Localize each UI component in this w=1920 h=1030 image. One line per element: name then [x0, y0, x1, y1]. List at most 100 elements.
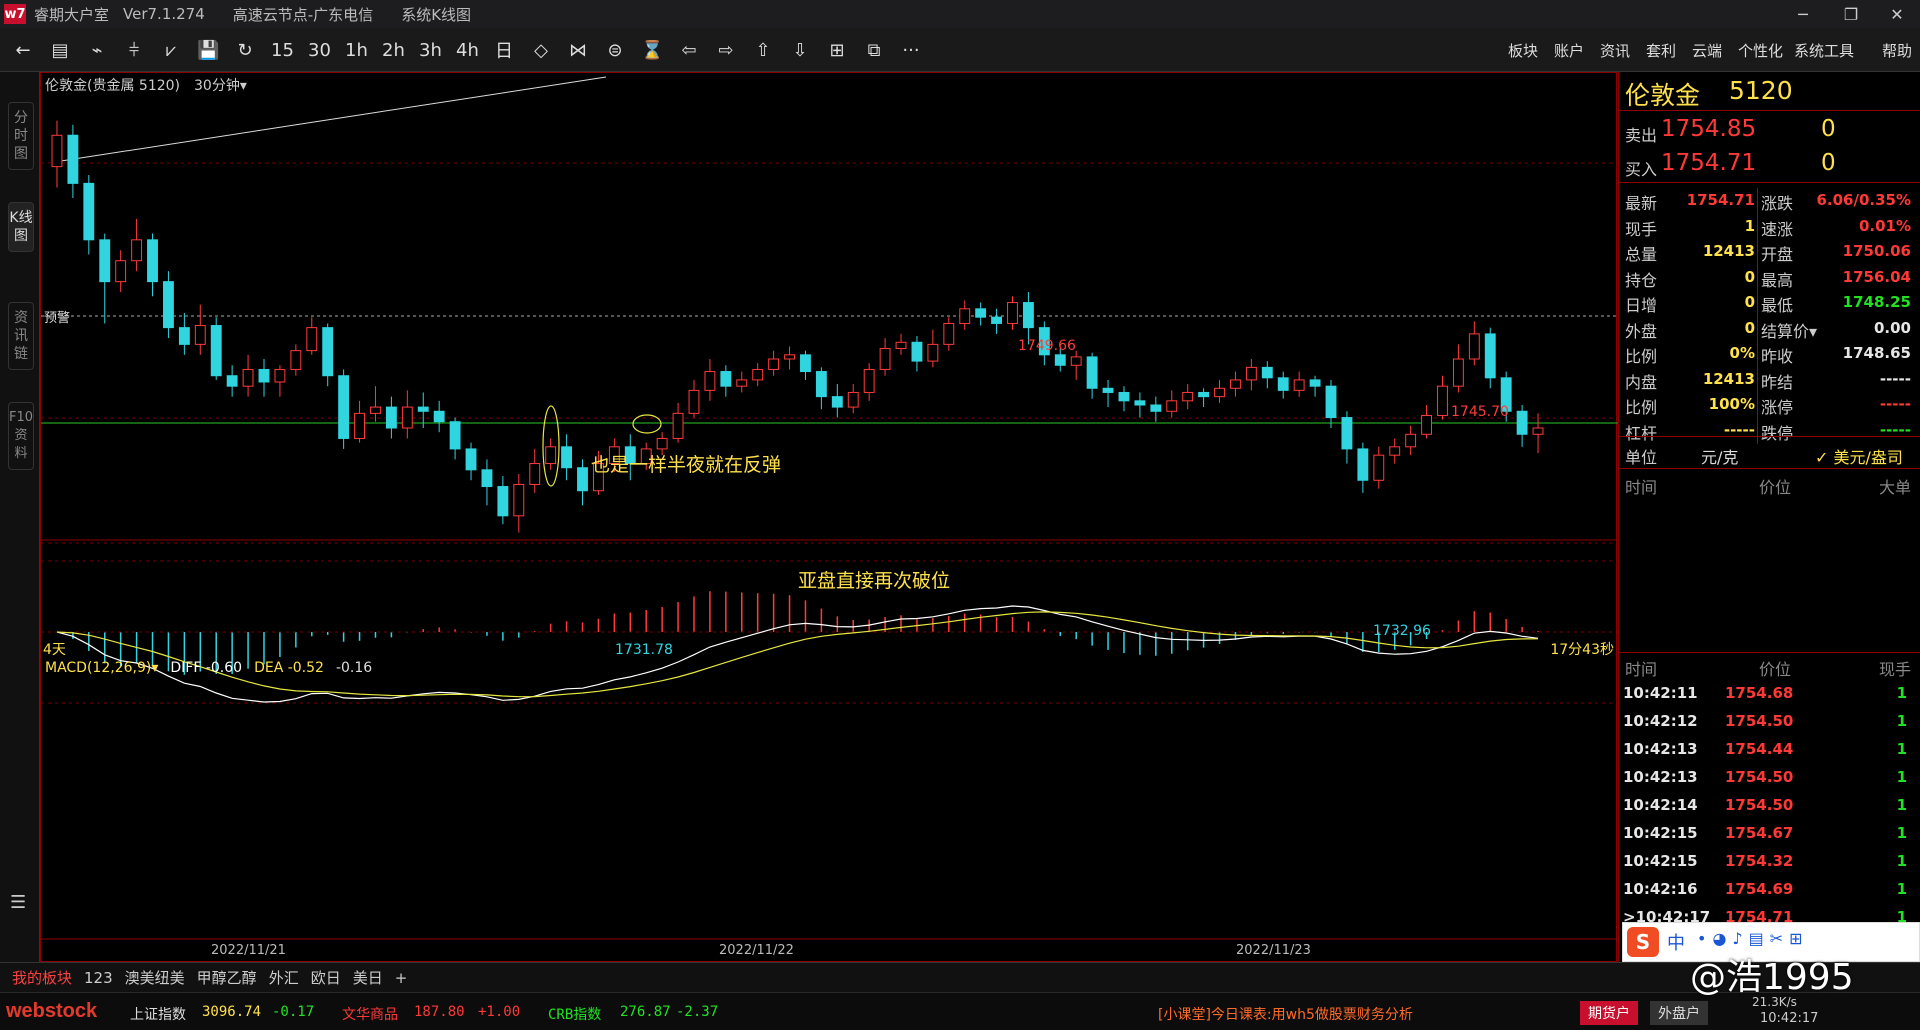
bottom-tab[interactable]: 123: [84, 969, 113, 987]
left-tabs: 分时图 K线图 资讯链 F10资料 ☰: [0, 72, 40, 962]
webstock-logo: webstock: [6, 1000, 98, 1022]
bottom-tab[interactable]: 欧日: [311, 967, 341, 988]
candle-body: [1022, 302, 1034, 329]
quote-value: 0: [1744, 318, 1755, 337]
add-tab-button[interactable]: +: [395, 969, 408, 987]
futures-account-button[interactable]: 期货户: [1580, 1001, 1638, 1025]
annotation-breakdown: 亚盘直接再次破位: [798, 570, 951, 592]
tab-intraday[interactable]: 分时图: [8, 102, 34, 170]
unit-value[interactable]: 元/克: [1701, 444, 1738, 468]
quote-label: 开盘: [1761, 245, 1794, 264]
toolbar-button-24[interactable]: ···: [900, 38, 922, 62]
candle-body: [258, 368, 270, 383]
ime-mode[interactable]: 中: [1667, 929, 1685, 955]
toolbar-button-1[interactable]: ▤: [49, 38, 71, 62]
buy-label: 买入: [1625, 160, 1658, 179]
menu-item-1[interactable]: 账户: [1554, 40, 1584, 61]
candle-body: [67, 134, 79, 184]
list-icon[interactable]: ☰: [10, 892, 26, 913]
toolbar-button-14[interactable]: ◇: [530, 38, 552, 62]
candle-body: [784, 354, 795, 360]
bottom-tab[interactable]: 外汇: [269, 967, 299, 988]
toolbar-button-17[interactable]: ⌛: [641, 38, 663, 62]
toolbar-button-21[interactable]: ⇩: [789, 38, 811, 62]
menu-item-0[interactable]: 板块: [1508, 40, 1538, 61]
toolbar-button-7[interactable]: 15: [271, 38, 294, 62]
toolbar-button-5[interactable]: 💾: [197, 38, 219, 62]
maximize-button[interactable]: ❐: [1828, 0, 1874, 28]
minimize-button[interactable]: ─: [1780, 0, 1826, 28]
menu-item-3[interactable]: 套利: [1646, 40, 1676, 61]
toolbar-button-19[interactable]: ⇨: [715, 38, 737, 62]
bottom-tab[interactable]: 澳美纽美: [125, 967, 185, 988]
date-label-3: 2022/11/23: [1236, 943, 1311, 958]
candle-body: [975, 308, 987, 318]
toolbar-button-10[interactable]: 2h: [382, 38, 405, 62]
toolbar-button-9[interactable]: 1h: [345, 38, 368, 62]
chart-canvas[interactable]: [41, 73, 1618, 963]
macd-title[interactable]: MACD(12,26,9)▾: [45, 660, 158, 676]
tick-row: 10:42:11 1754.68 1: [1619, 682, 1920, 708]
annotation-rebound: 也是一样半夜就在反弹: [591, 454, 782, 476]
ime-tools-icon[interactable]: •◕♪▤✂⊞: [1697, 929, 1809, 948]
menu-item-4[interactable]: 云端: [1692, 40, 1722, 61]
kline-chart[interactable]: 伦敦金(贵金属 5120) 30分钟▾ 预警 4天 17分43秒 也是一样半夜就…: [40, 72, 1618, 963]
quote-row: 日增 0 最低 1748.25: [1619, 290, 1920, 316]
candle-body: [1309, 379, 1321, 387]
bottom-tab[interactable]: 甲醇乙醇: [197, 967, 257, 988]
toolbar-button-3[interactable]: ⫩: [123, 38, 145, 62]
toolbar-button-13[interactable]: 日: [493, 38, 515, 62]
toolbar-button-2[interactable]: ⌁: [86, 38, 108, 62]
tab-news-chain[interactable]: 资讯链: [8, 302, 34, 370]
menu-item-6[interactable]: 系统工具: [1794, 40, 1854, 61]
candle-body: [497, 486, 509, 517]
bottom-tab[interactable]: 我的板块: [12, 967, 72, 988]
quote-value: 0.00: [1873, 318, 1911, 337]
annotation-ellipse: [632, 414, 662, 434]
toolbar-button-8[interactable]: 30: [308, 38, 331, 62]
menu-item-2[interactable]: 资讯: [1600, 40, 1630, 61]
index2-value: 187.80: [414, 1004, 465, 1020]
candle-body: [1118, 391, 1130, 402]
foreign-account-button[interactable]: 外盘户: [1650, 1001, 1708, 1025]
index3-name[interactable]: CRB指数: [548, 1004, 601, 1024]
toolbar-button-12[interactable]: 4h: [456, 38, 479, 62]
toolbar-button-4[interactable]: ⩗: [160, 38, 182, 62]
period-selector[interactable]: 30分钟▾: [194, 75, 247, 95]
macd-dea: DEA -0.52: [254, 660, 324, 676]
menu-item-7[interactable]: 帮助: [1882, 40, 1912, 61]
tab-f10[interactable]: F10资料: [8, 402, 34, 470]
toolbar-button-0[interactable]: ←: [12, 38, 34, 62]
quote-row: 最新 1754.71 涨跌 6.06/0.35%: [1619, 188, 1920, 214]
depth-header: 时间 价位 大单: [1619, 472, 1920, 498]
candle-body: [465, 448, 477, 471]
toolbar-button-15[interactable]: ⋈: [567, 38, 589, 62]
tick-time: 10:42:11: [1623, 684, 1698, 702]
candle-body: [943, 322, 955, 345]
toolbar-button-11[interactable]: 3h: [419, 38, 442, 62]
index2-name[interactable]: 文华商品: [342, 1004, 398, 1024]
close-button[interactable]: ✕: [1874, 0, 1920, 28]
unit-alt-toggle[interactable]: ✓ 美元/盎司: [1815, 444, 1903, 468]
candle-body: [1389, 446, 1401, 456]
news-ticker[interactable]: [小课堂]今日课表:用wh5做股票财务分析: [1158, 1004, 1413, 1024]
toolbar-button-6[interactable]: ↻: [234, 38, 256, 62]
depth-col-price: 价位: [1759, 478, 1792, 497]
quote-value: 0: [1744, 293, 1755, 311]
candle-body: [879, 348, 891, 370]
toolbar-button-20[interactable]: ⇧: [752, 38, 774, 62]
toolbar-button-22[interactable]: ⊞: [826, 38, 848, 62]
candle-body: [1341, 417, 1353, 450]
candle-body: [1421, 414, 1432, 435]
tab-kline[interactable]: K线图: [8, 202, 34, 252]
menu-item-5[interactable]: 个性化: [1738, 40, 1783, 61]
status-bar: webstock 上证指数 3096.74 -0.17 文华商品 187.80 …: [0, 992, 1920, 1030]
index1-name[interactable]: 上证指数: [130, 1004, 186, 1024]
days-label: 4天: [43, 642, 66, 658]
toolbar-button-18[interactable]: ⇦: [678, 38, 700, 62]
toolbar-button-16[interactable]: ⊜: [604, 38, 626, 62]
alert-label: 预警: [44, 311, 71, 326]
toolbar-button-23[interactable]: ⧉: [863, 38, 885, 62]
sogou-icon[interactable]: S: [1627, 927, 1659, 957]
bottom-tab[interactable]: 美日: [353, 967, 383, 988]
